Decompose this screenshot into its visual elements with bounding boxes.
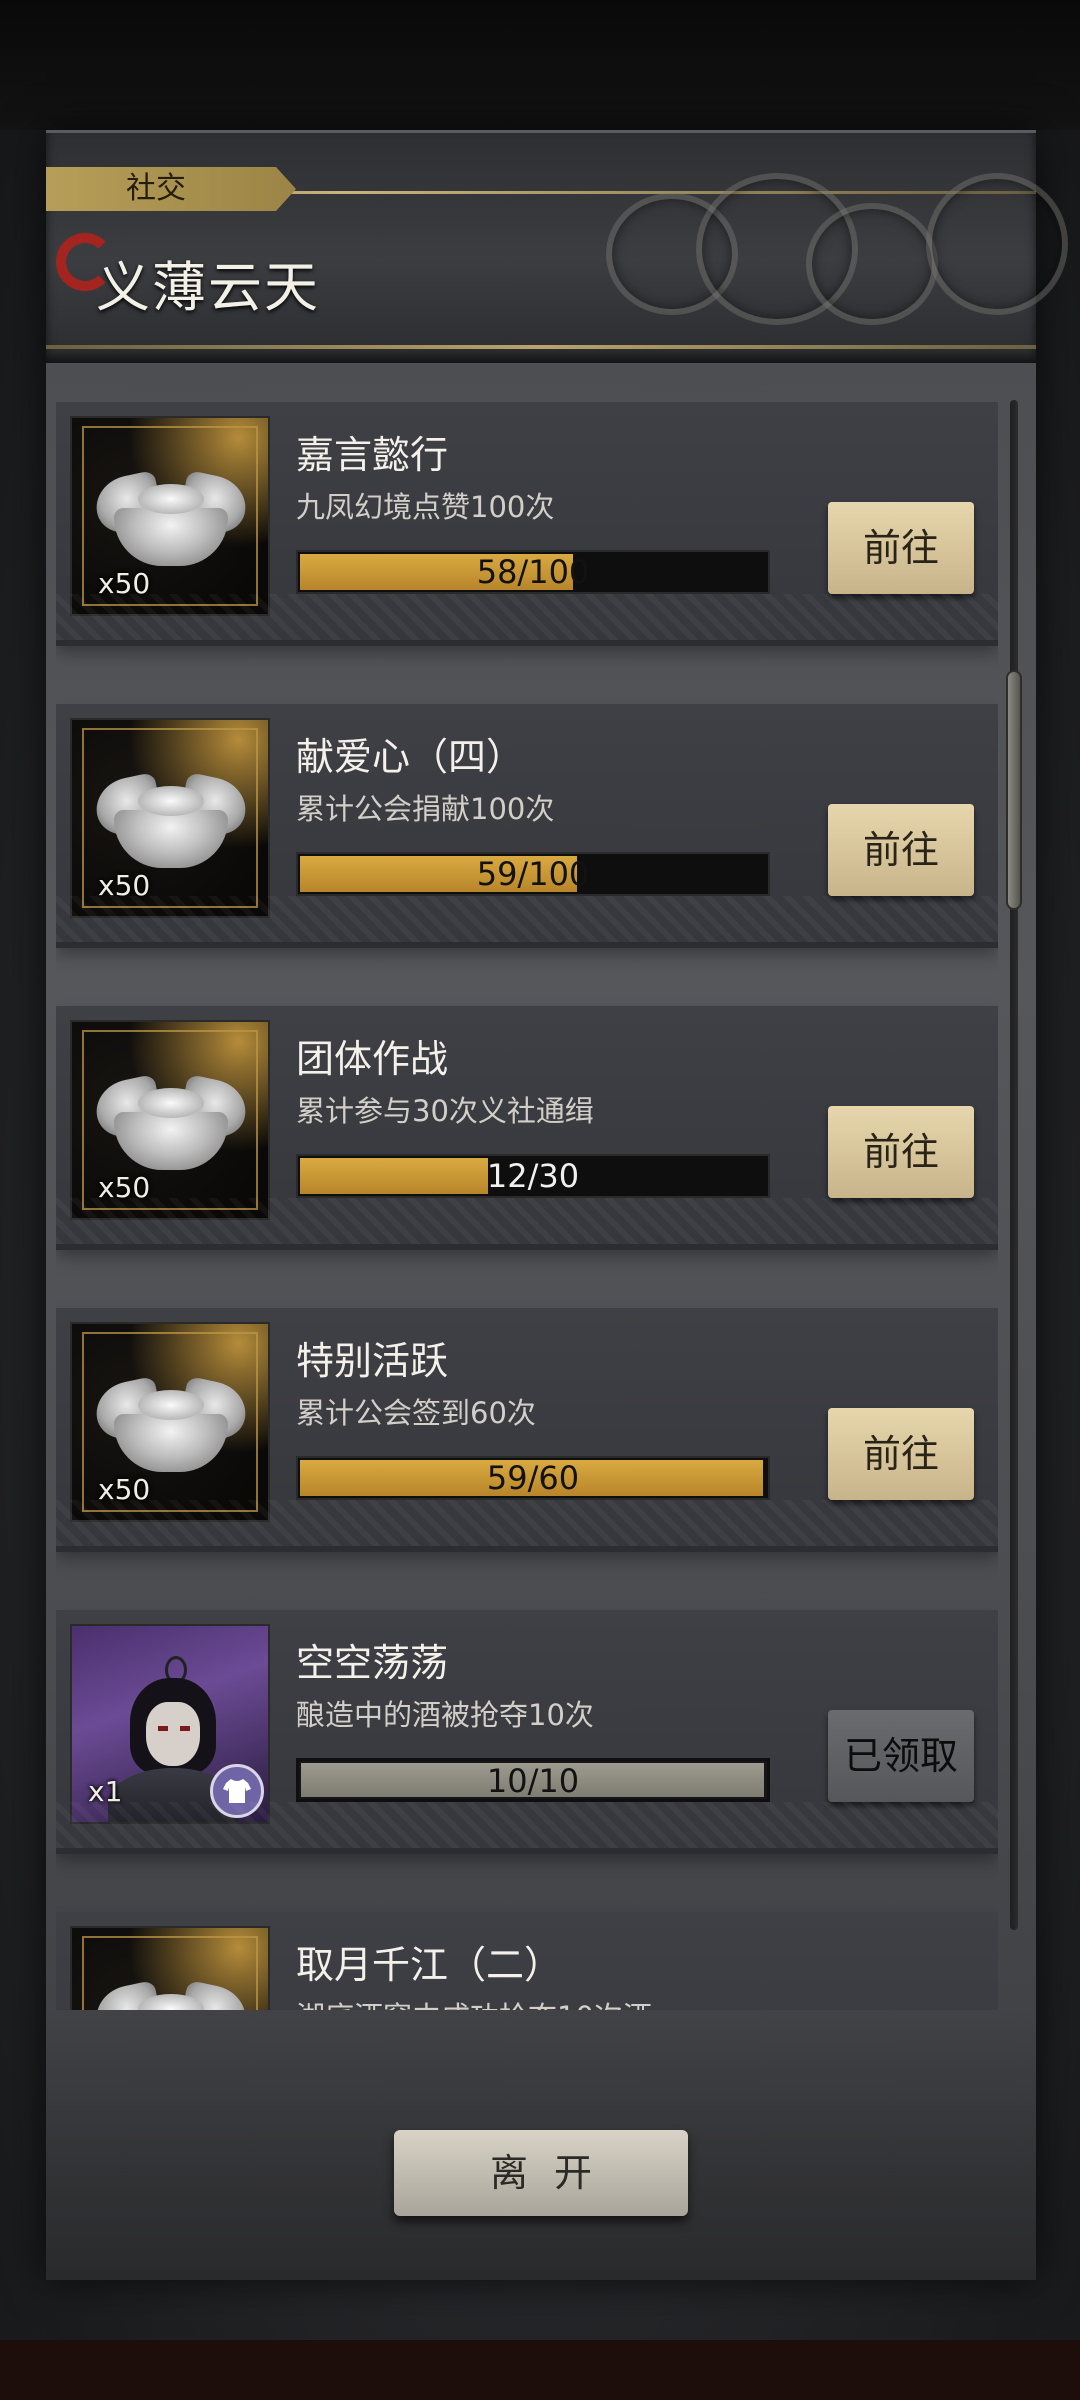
silver-ingot-icon [90, 469, 252, 570]
page-title: 义薄云天 [96, 256, 320, 319]
task-title: 空空荡荡 [296, 1641, 449, 1685]
go-button[interactable]: 前往 [828, 1106, 974, 1198]
task-card: x50 特别活跃 累计公会签到60次 59/60 前往 [56, 1308, 998, 1546]
silver-ingot-icon [90, 771, 252, 872]
go-button[interactable]: 前往 [828, 804, 974, 896]
task-description: 累计参与30次义社通缉 [296, 1094, 594, 1128]
progress-text: 12/30 [486, 1157, 580, 1195]
reward-quantity: x1 [88, 1775, 123, 1808]
reward-quantity: x50 [98, 869, 151, 902]
task-title: 团体作战 [296, 1037, 449, 1081]
bottom-shade [0, 2340, 1080, 2400]
task-card: x1 空空荡荡 酿造中的酒被抢夺10次 10/10 已领取 [56, 1610, 998, 1848]
task-description: 酿造中的酒被抢夺10次 [296, 1698, 594, 1732]
cloud-ornament-icon [926, 173, 1068, 315]
task-card: x50 嘉言懿行 九凤幻境点赞100次 58/100 前往 [56, 402, 998, 640]
scrollbar-track[interactable] [1010, 400, 1018, 1930]
task-description: 湖底酒窖中成功抢夺10次酒 [296, 1994, 652, 2010]
screen: 社交 义薄云天 x50 嘉言懿行 九凤幻境点赞100次 58/100 前往 x5… [0, 0, 1080, 2400]
category-tag: 社交 [46, 167, 296, 211]
top-shade [0, 0, 1080, 130]
task-card: 取月千江（二） 湖底酒窖中成功抢夺10次酒 [56, 1912, 998, 2010]
cloud-ornament-icon [806, 203, 938, 325]
leave-button[interactable]: 离开 [394, 2130, 688, 2216]
progress-text: 10/10 [486, 1762, 580, 1800]
silver-ingot-icon [90, 1979, 252, 2010]
reward-slot[interactable] [70, 1926, 270, 2010]
task-list[interactable]: x50 嘉言懿行 九凤幻境点赞100次 58/100 前往 x50 献爱心（四）… [56, 402, 998, 2010]
task-title: 献爱心（四） [296, 735, 525, 779]
task-description: 累计公会签到60次 [296, 1396, 536, 1430]
header: 社交 义薄云天 [46, 130, 1068, 363]
task-title: 嘉言懿行 [296, 433, 449, 477]
shirt-icon [210, 1764, 264, 1818]
progress-text: 59/100 [476, 855, 590, 893]
claimed-button[interactable]: 已领取 [828, 1710, 974, 1802]
silver-ingot-icon [90, 1073, 252, 1174]
reward-slot[interactable]: x1 [70, 1624, 270, 1824]
task-title: 取月千江（二） [296, 1943, 563, 1987]
reward-quantity: x50 [98, 1473, 151, 1506]
reward-quantity: x50 [98, 567, 151, 600]
progress-text: 59/60 [486, 1459, 580, 1497]
task-title: 特别活跃 [296, 1339, 449, 1383]
header-bottom-divider [46, 345, 1036, 349]
progress-bar: 58/100 [296, 550, 770, 594]
task-description: 九凤幻境点赞100次 [296, 490, 555, 524]
reward-quantity: x50 [98, 1171, 151, 1204]
progress-bar: 10/10 [296, 1758, 770, 1802]
reward-slot[interactable]: x50 [70, 416, 270, 616]
scrollbar-thumb[interactable] [1006, 670, 1022, 910]
progress-bar: 12/30 [296, 1154, 770, 1198]
progress-text: 58/100 [476, 553, 590, 591]
go-button[interactable]: 前往 [828, 1408, 974, 1500]
progress-bar: 59/100 [296, 852, 770, 896]
reward-slot[interactable]: x50 [70, 718, 270, 918]
progress-bar: 59/60 [296, 1456, 770, 1500]
task-card: x50 献爱心（四） 累计公会捐献100次 59/100 前往 [56, 704, 998, 942]
task-card: x50 团体作战 累计参与30次义社通缉 12/30 前往 [56, 1006, 998, 1244]
reward-slot[interactable]: x50 [70, 1322, 270, 1522]
go-button[interactable]: 前往 [828, 502, 974, 594]
task-description: 累计公会捐献100次 [296, 792, 555, 826]
silver-ingot-icon [90, 1375, 252, 1476]
reward-slot[interactable]: x50 [70, 1020, 270, 1220]
